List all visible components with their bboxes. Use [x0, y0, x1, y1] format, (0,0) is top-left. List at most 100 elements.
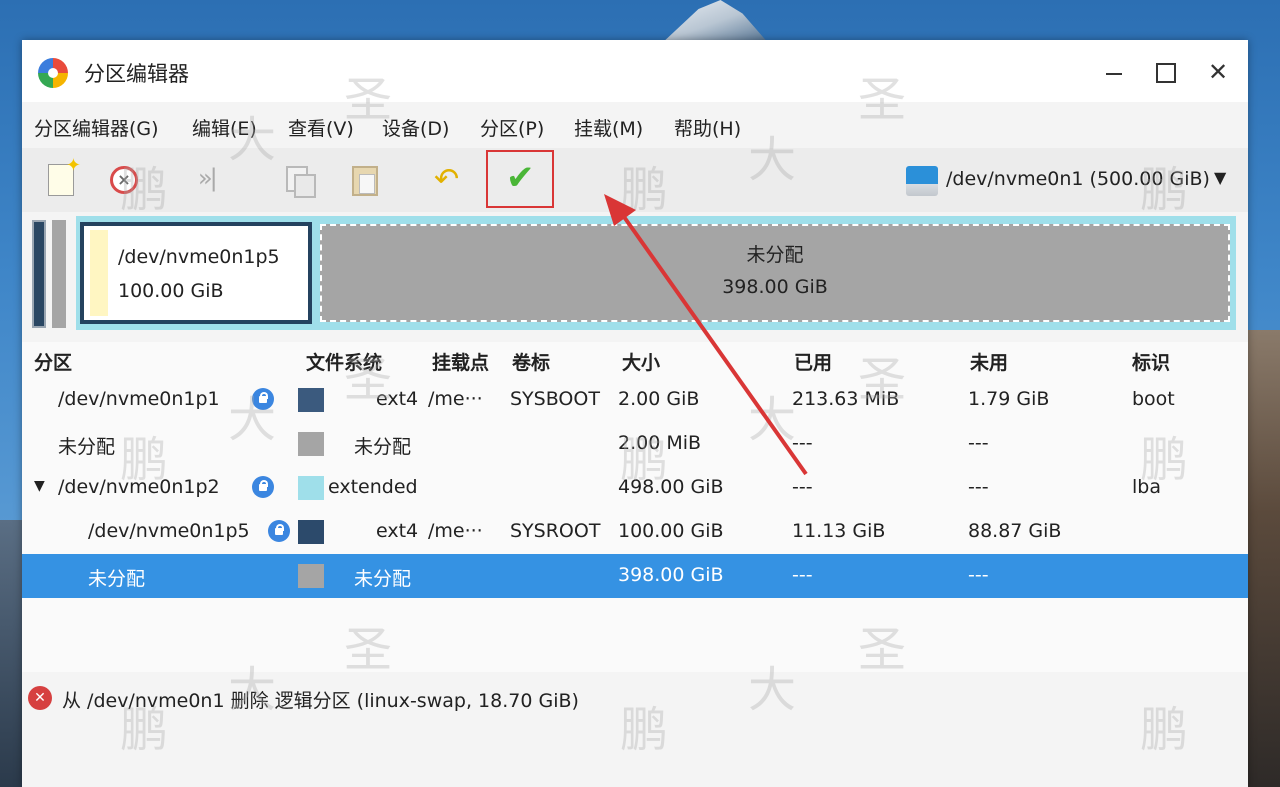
fs-color-swatch	[298, 520, 324, 544]
title-bar: 分区编辑器 ✕	[22, 40, 1248, 102]
cell-mountpoint: /me···	[428, 388, 483, 410]
error-icon: ✕	[28, 686, 52, 710]
paste-button[interactable]	[344, 160, 384, 200]
cell-label: SYSBOOT	[510, 388, 600, 410]
disk-map-unalloc-name: 未分配	[746, 244, 804, 266]
cell-unused: 1.79 GiB	[968, 388, 1050, 410]
cell-unused: ---	[968, 564, 989, 586]
watermark-text: 圣	[344, 72, 393, 128]
watermark-text: 大	[228, 392, 277, 448]
drive-icon	[906, 166, 938, 196]
watermark-text: 鹏	[120, 702, 169, 758]
disk-map-unallocated[interactable]: 未分配 398.00 GiB	[320, 224, 1230, 322]
watermark-text: 鹏	[120, 162, 169, 218]
watermark-text: 大	[228, 112, 277, 168]
window-title: 分区编辑器	[84, 62, 189, 86]
watermark-text: 鹏	[620, 432, 669, 488]
cell-used: ---	[792, 564, 813, 586]
dropdown-arrow-icon: ▼	[1214, 168, 1227, 187]
table-row[interactable]: /dev/nvme0n1p1 ext4 /me··· SYSBOOT 2.00 …	[22, 378, 1248, 422]
apply-highlight-frame: ✔	[486, 150, 554, 208]
col-header-mountpoint[interactable]: 挂载点	[432, 348, 489, 375]
resize-move-button[interactable]: »|	[192, 160, 232, 200]
disk-map-p5-name: /dev/nvme0n1p5	[118, 246, 280, 268]
col-header-flags[interactable]: 标识	[1132, 348, 1170, 375]
resize-icon: »|	[198, 164, 218, 192]
menu-gparted[interactable]: 分区编辑器(G)	[34, 114, 159, 141]
cell-partition: 未分配	[58, 436, 116, 458]
cell-unused: 88.87 GiB	[968, 520, 1062, 542]
watermark-text: 大	[228, 662, 277, 718]
new-partition-button[interactable]	[40, 155, 81, 200]
table-row-selected[interactable]: 未分配 未分配 398.00 GiB --- ---	[22, 554, 1248, 598]
new-icon	[48, 155, 81, 196]
watermark-text: 鹏	[1140, 162, 1189, 218]
fs-color-swatch	[298, 388, 324, 412]
cell-filesystem: ext4	[376, 520, 419, 542]
watermark-text: 鹏	[120, 432, 169, 488]
disk-map-extended[interactable]: /dev/nvme0n1p5 100.00 GiB 未分配 398.00 GiB	[76, 216, 1236, 330]
fs-color-swatch	[298, 476, 324, 500]
cell-filesystem: 未分配	[354, 436, 412, 458]
cell-used: 11.13 GiB	[792, 520, 886, 542]
menu-bar: 分区编辑器(G) 编辑(E) 查看(V) 设备(D) 分区(P) 挂载(M) 帮…	[22, 102, 1248, 148]
cell-size: 2.00 GiB	[618, 388, 700, 410]
watermark-text: 圣	[858, 352, 907, 408]
cell-unused: ---	[968, 432, 989, 454]
watermark-text: 圣	[858, 622, 907, 678]
col-header-size[interactable]: 大小	[622, 348, 660, 375]
watermark-text: 圣	[344, 622, 393, 678]
watermark-text: 鹏	[1140, 702, 1189, 758]
watermark-text: 鹏	[1140, 432, 1189, 488]
fs-color-swatch	[298, 564, 324, 588]
cell-size: 100.00 GiB	[618, 520, 724, 542]
cell-partition: /dev/nvme0n1p1	[58, 388, 220, 410]
undo-icon: ↶	[434, 162, 460, 197]
watermark-text: 鹏	[620, 162, 669, 218]
lock-icon	[252, 476, 274, 498]
cell-partition: /dev/nvme0n1p5	[88, 520, 250, 542]
apply-icon[interactable]: ✔	[506, 158, 535, 198]
menu-mount[interactable]: 挂载(M)	[574, 114, 643, 141]
col-header-partition[interactable]: 分区	[34, 348, 72, 375]
table-row[interactable]: /dev/nvme0n1p5 ext4 /me··· SYSROOT 100.0…	[22, 510, 1248, 554]
cell-label: SYSROOT	[510, 520, 601, 542]
col-header-unused[interactable]: 未用	[970, 348, 1008, 375]
cell-partition: 未分配	[88, 568, 146, 590]
undo-button[interactable]: ↶	[430, 160, 470, 200]
cell-size: 398.00 GiB	[618, 564, 724, 586]
watermark-text: 圣	[858, 72, 907, 128]
disk-map-p5-size: 100.00 GiB	[118, 280, 224, 302]
app-logo-icon	[38, 58, 68, 88]
watermark-text: 圣	[344, 352, 393, 408]
maximize-button[interactable]	[1150, 58, 1178, 86]
watermark-text: 大	[748, 392, 797, 448]
collapse-arrow-icon[interactable]: ▼	[34, 478, 45, 494]
disk-map-p5[interactable]: /dev/nvme0n1p5 100.00 GiB	[80, 222, 312, 324]
partition-table: 分区 文件系统 挂载点 卷标 大小 已用 未用 标识 /dev/nvme0n1p…	[22, 342, 1248, 672]
fs-color-swatch	[298, 432, 324, 456]
desktop-background	[660, 0, 770, 45]
col-header-used[interactable]: 已用	[794, 348, 832, 375]
desktop-background	[1248, 330, 1280, 787]
watermark-text: 鹏	[620, 702, 669, 758]
menu-device[interactable]: 设备(D)	[382, 114, 449, 141]
cell-unused: ---	[968, 476, 989, 498]
col-header-label[interactable]: 卷标	[512, 348, 550, 375]
close-button[interactable]: ✕	[1204, 58, 1232, 86]
menu-partition[interactable]: 分区(P)	[480, 114, 544, 141]
cell-used: ---	[792, 476, 813, 498]
disk-map-unalloc-small[interactable]	[52, 220, 66, 328]
cell-mountpoint: /me···	[428, 520, 483, 542]
watermark-text: 大	[748, 132, 797, 188]
disk-map-p1-block[interactable]	[32, 220, 46, 328]
paste-icon	[352, 166, 378, 196]
watermark-text: 大	[748, 662, 797, 718]
usage-bar	[90, 230, 108, 316]
menu-help[interactable]: 帮助(H)	[674, 114, 741, 141]
lock-icon	[268, 520, 290, 542]
copy-button[interactable]	[278, 160, 318, 200]
disk-map: /dev/nvme0n1p5 100.00 GiB 未分配 398.00 GiB	[22, 212, 1248, 342]
desktop-background	[0, 520, 24, 787]
minimize-button[interactable]	[1100, 58, 1128, 86]
